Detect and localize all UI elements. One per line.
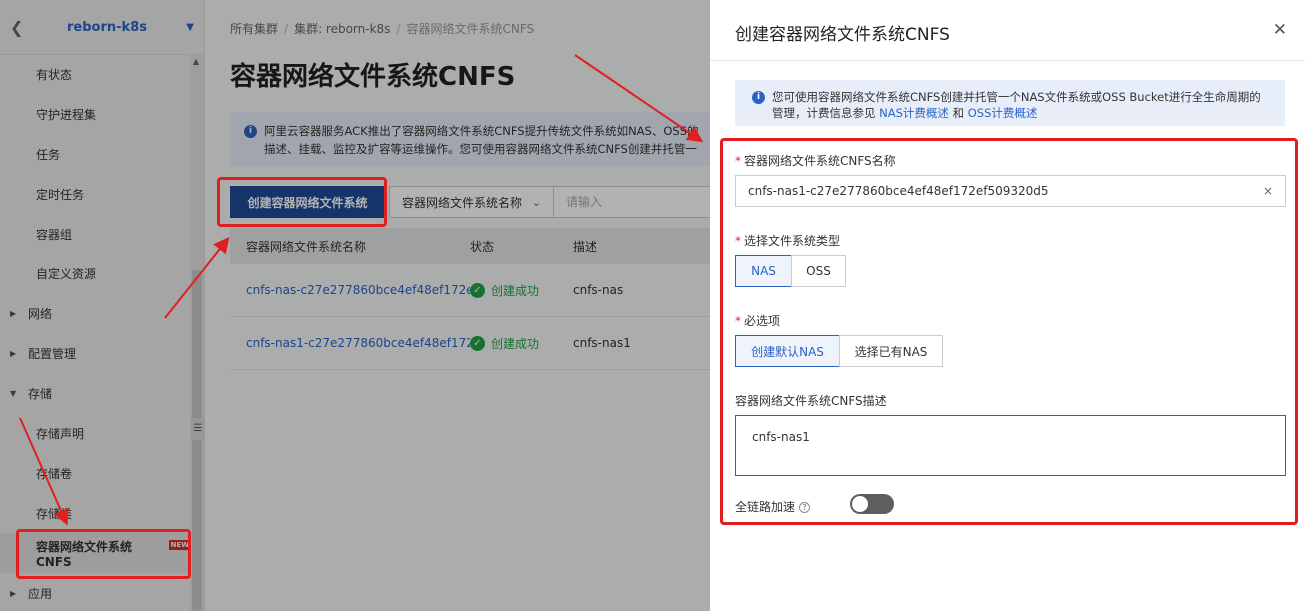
modal-backdrop[interactable] [0,0,710,611]
drawer-info-and: 和 [952,106,965,120]
drawer-info-banner: i 您可使用容器网络文件系统CNFS创建并托管一个NAS文件系统或OSS Buc… [735,80,1285,126]
annotation-box-form [720,138,1298,525]
info-icon: i [752,91,765,104]
oss-billing-link[interactable]: OSS计费概述 [968,106,1038,120]
drawer-info-line-2: 管理，计费信息参见 NAS计费概述 和 OSS计费概述 [772,105,1275,121]
drawer-info-text-2: 管理，计费信息参见 [772,106,876,120]
close-icon[interactable]: ✕ [1273,20,1287,40]
drawer-info-text-1: 您可使用容器网络文件系统CNFS创建并托管一个NAS文件系统或OSS Bucke… [772,90,1261,104]
drawer-title: 创建容器网络文件系统CNFS [735,25,950,45]
drawer-divider [710,60,1305,61]
nas-billing-link[interactable]: NAS计费概述 [879,106,949,120]
annotation-box-cnfs-menu [16,529,191,579]
annotation-box-create-button [217,177,387,227]
